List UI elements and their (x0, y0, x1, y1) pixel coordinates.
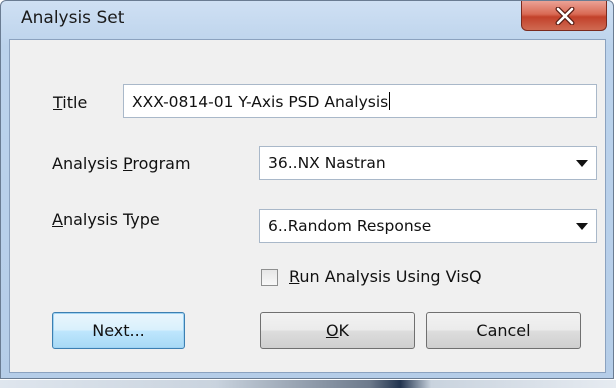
run-visq-checkbox[interactable] (261, 269, 278, 286)
analysis-program-value: 36..NX Nastran (268, 154, 386, 172)
analysis-type-label: Analysis Type (52, 210, 160, 229)
ok-button[interactable]: OK (260, 312, 415, 349)
title-input[interactable]: XXX-0814-01 Y-Axis PSD Analysis (123, 84, 597, 118)
close-icon (555, 7, 575, 25)
analysis-program-select[interactable]: 36..NX Nastran (259, 146, 597, 180)
next-button[interactable]: Next... (52, 312, 185, 349)
cancel-button[interactable]: Cancel (426, 312, 581, 349)
chevron-down-icon (576, 160, 588, 167)
analysis-set-dialog: Analysis Set Title XXX-0814-01 Y-Axis PS… (0, 0, 614, 379)
title-input-value: XXX-0814-01 Y-Axis PSD Analysis (132, 93, 389, 111)
window-title: Analysis Set (21, 8, 125, 28)
title-bar[interactable]: Analysis Set (1, 1, 613, 39)
analysis-program-label: Analysis Program (52, 154, 191, 173)
dialog-body: Title XXX-0814-01 Y-Axis PSD Analysis An… (9, 39, 606, 373)
cancel-button-label: Cancel (476, 321, 531, 340)
ok-button-label: OK (325, 321, 350, 340)
analysis-type-select[interactable]: 6..Random Response (259, 209, 597, 243)
text-caret (389, 92, 391, 110)
title-label: Title (53, 93, 88, 112)
analysis-type-value: 6..Random Response (268, 217, 432, 235)
next-button-label: Next... (92, 321, 145, 340)
desktop-backdrop (0, 380, 616, 388)
chevron-down-icon (576, 223, 588, 230)
run-visq-label[interactable]: Run Analysis Using VisQ (289, 267, 482, 286)
close-button[interactable] (521, 1, 607, 31)
